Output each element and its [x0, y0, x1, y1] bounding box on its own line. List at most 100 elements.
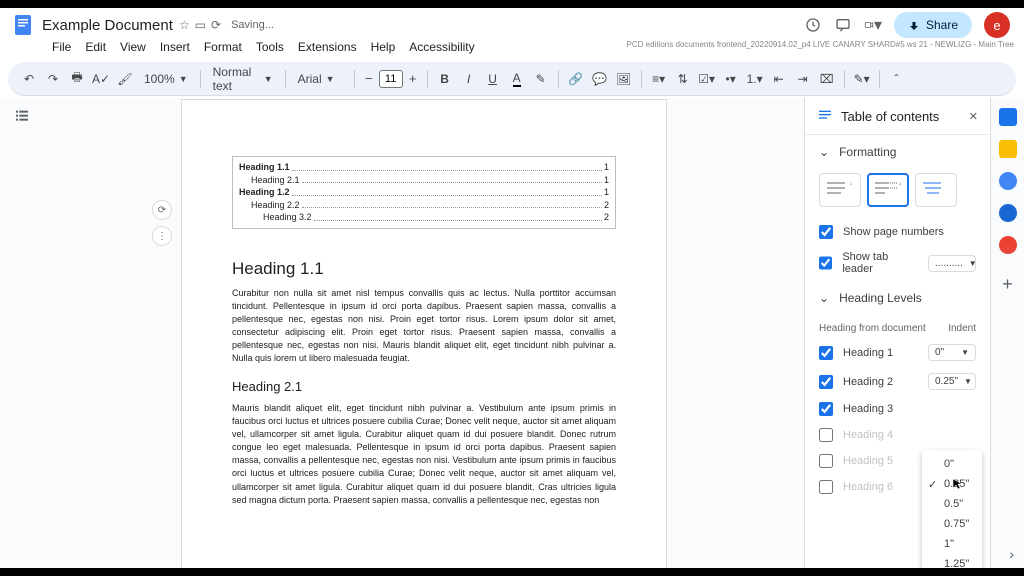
calendar-addon-icon[interactable] — [999, 108, 1017, 126]
heading-2-1[interactable]: Heading 2.1 — [232, 379, 616, 394]
outline-icon[interactable] — [14, 108, 30, 124]
build-info: PCD editions documents frontend_20220914… — [627, 40, 1014, 49]
checklist-button[interactable]: ☑▾ — [696, 68, 718, 90]
decrease-indent-button[interactable]: ⇤ — [768, 68, 790, 90]
toc-style-links[interactable] — [915, 173, 957, 207]
tasks-addon-icon[interactable] — [999, 172, 1017, 190]
toc-row[interactable]: Heading 1.21 — [239, 186, 609, 199]
paint-format-button[interactable]: 🖌 — [114, 68, 136, 90]
number-list-button[interactable]: 1.▾ — [744, 68, 766, 90]
toc-style-plain[interactable]: 1 — [819, 173, 861, 207]
comments-icon[interactable] — [834, 16, 852, 34]
toolbar: ↶ ↷ 🖶 A✓ 🖌 100%▼ Normal text▼ Arial▼ − +… — [8, 62, 1016, 96]
account-avatar[interactable]: e — [984, 12, 1010, 38]
comment-button[interactable]: 💬 — [589, 68, 611, 90]
bold-button[interactable]: B — [434, 68, 456, 90]
show-tab-leader-checkbox[interactable] — [819, 256, 832, 270]
image-button[interactable]: 🖼 — [613, 68, 635, 90]
toc-block[interactable]: Heading 1.11Heading 2.11Heading 1.21Head… — [232, 156, 616, 229]
menu-tools[interactable]: Tools — [250, 38, 290, 56]
increase-indent-button[interactable]: ⇥ — [792, 68, 814, 90]
redo-button[interactable]: ↷ — [42, 68, 64, 90]
cloud-icon[interactable]: ⟳ — [211, 18, 221, 32]
heading-level-row: Heading 2 0.25"▼ — [805, 367, 990, 396]
menu-file[interactable]: File — [46, 38, 77, 56]
refresh-toc-button[interactable]: ⟳ — [152, 200, 172, 220]
keep-addon-icon[interactable] — [999, 140, 1017, 158]
star-icon[interactable]: ☆ — [179, 18, 190, 32]
collapse-toolbar-button[interactable]: ˆ — [886, 68, 908, 90]
font-size-plus[interactable]: + — [405, 71, 421, 87]
hide-sidepanel-button[interactable]: › — [1009, 546, 1014, 562]
menu-insert[interactable]: Insert — [154, 38, 196, 56]
heading-level-label: Heading 6 — [843, 481, 893, 493]
link-button[interactable]: 🔗 — [565, 68, 587, 90]
close-panel-button[interactable]: ✕ — [969, 110, 978, 123]
heading-level-row: Heading 10"▼ — [805, 338, 990, 367]
underline-button[interactable]: U — [482, 68, 504, 90]
toc-row[interactable]: Heading 2.22 — [239, 199, 609, 212]
get-addons-button[interactable]: + — [1002, 274, 1013, 295]
clear-format-button[interactable]: ⌧ — [816, 68, 838, 90]
paragraph-1[interactable]: Curabitur non nulla sit amet nisl tempus… — [232, 287, 616, 365]
style-dropdown[interactable]: Normal text▼ — [207, 65, 279, 93]
svg-text:1: 1 — [850, 181, 853, 186]
indent-option[interactable]: 0" — [922, 454, 982, 474]
heading-level-checkbox[interactable] — [819, 346, 833, 360]
bullet-list-button[interactable]: •▾ — [720, 68, 742, 90]
font-size-input[interactable] — [379, 70, 403, 88]
share-button[interactable]: Share — [894, 12, 972, 38]
heading-level-checkbox[interactable] — [819, 480, 833, 494]
heading-level-checkbox[interactable] — [819, 454, 833, 468]
toc-row[interactable]: Heading 1.11 — [239, 161, 609, 174]
line-spacing-button[interactable]: ⇅ — [672, 68, 694, 90]
editing-mode-button[interactable]: ✎▾ — [851, 68, 873, 90]
print-button[interactable]: 🖶 — [66, 68, 88, 90]
toc-row[interactable]: Heading 3.22 — [239, 211, 609, 224]
show-page-numbers-checkbox[interactable] — [819, 225, 833, 239]
indent-option[interactable]: 1.25" — [922, 554, 982, 568]
page[interactable]: ⟳ ⋮ Heading 1.11Heading 2.11Heading 1.21… — [181, 99, 667, 568]
menu-view[interactable]: View — [114, 38, 152, 56]
spellcheck-button[interactable]: A✓ — [90, 68, 112, 90]
indent-option[interactable]: 0.5" — [922, 494, 982, 514]
heading-level-checkbox[interactable] — [819, 375, 833, 389]
font-dropdown[interactable]: Arial▼ — [292, 72, 348, 86]
indent-option[interactable]: 0.75" — [922, 514, 982, 534]
toc-row[interactable]: Heading 2.11 — [239, 174, 609, 187]
history-icon[interactable] — [804, 16, 822, 34]
document-title[interactable]: Example Document — [42, 17, 173, 34]
tab-leader-dropdown[interactable]: ..........▼ — [928, 255, 976, 272]
toc-options-button[interactable]: ⋮ — [152, 226, 172, 246]
highlight-button[interactable]: ✎ — [530, 68, 552, 90]
heading-level-checkbox[interactable] — [819, 428, 833, 442]
menu-format[interactable]: Format — [198, 38, 248, 56]
menu-accessibility[interactable]: Accessibility — [403, 38, 480, 56]
docs-logo[interactable] — [10, 12, 36, 38]
menu-edit[interactable]: Edit — [79, 38, 112, 56]
text-color-button[interactable]: A — [506, 68, 528, 90]
indent-option[interactable]: 1" — [922, 534, 982, 554]
indent-select[interactable]: 0.25"▼ — [928, 373, 976, 390]
italic-button[interactable]: I — [458, 68, 480, 90]
indent-dropdown-menu: 0"0.25"0.5"0.75"1"1.25" — [922, 450, 982, 568]
contacts-addon-icon[interactable] — [999, 204, 1017, 222]
heading-1-1[interactable]: Heading 1.1 — [232, 259, 616, 279]
meet-icon[interactable]: ▾ — [864, 16, 882, 34]
font-size-minus[interactable]: − — [361, 71, 377, 87]
heading-levels-section[interactable]: ⌄ Heading Levels — [805, 281, 990, 315]
heading-level-row: Heading 3 — [805, 396, 990, 422]
heading-level-label: Heading 2 — [843, 376, 893, 388]
maps-addon-icon[interactable] — [999, 236, 1017, 254]
menu-help[interactable]: Help — [365, 38, 402, 56]
paragraph-2[interactable]: Mauris blandit aliquet elit, eget tincid… — [232, 402, 616, 506]
formatting-section[interactable]: ⌄ Formatting — [805, 135, 990, 169]
menu-extensions[interactable]: Extensions — [292, 38, 363, 56]
heading-level-checkbox[interactable] — [819, 402, 833, 416]
zoom-dropdown[interactable]: 100%▼ — [138, 72, 194, 86]
move-icon[interactable]: ▭ — [195, 18, 206, 32]
align-button[interactable]: ≡▾ — [648, 68, 670, 90]
toc-style-dotted[interactable]: 1 — [867, 173, 909, 207]
undo-button[interactable]: ↶ — [18, 68, 40, 90]
indent-select[interactable]: 0"▼ — [928, 344, 976, 361]
